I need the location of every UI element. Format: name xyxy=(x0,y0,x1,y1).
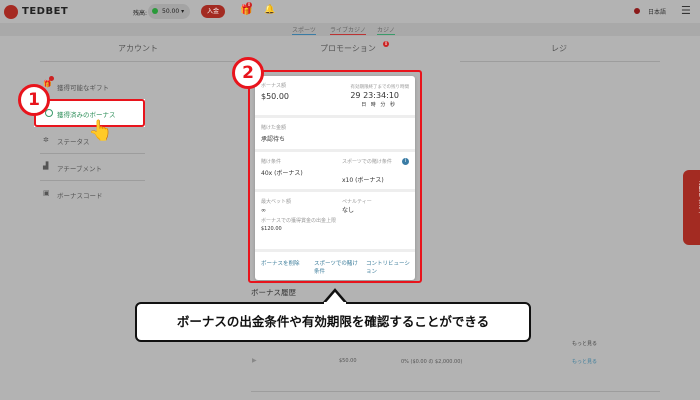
deposit-button[interactable]: 入金 xyxy=(201,5,225,18)
bell-icon[interactable]: 🔔 xyxy=(264,5,275,15)
gift-badge: 0 xyxy=(246,2,252,8)
history-amount: $50.00 xyxy=(339,358,357,364)
step-1-marker: 1 xyxy=(18,84,50,116)
see-more-link[interactable]: もっと見る xyxy=(572,340,597,347)
tab-account[interactable]: アカウント xyxy=(118,43,158,54)
subnav-live-casino[interactable]: ライブカジノ xyxy=(330,25,366,35)
divider xyxy=(251,391,660,392)
balance-label: 残高: xyxy=(133,10,148,17)
flag-icon xyxy=(634,8,640,14)
callout-annotation: ボーナスの出金条件や有効期限を確認することができる xyxy=(135,302,531,342)
sidebar-item-status[interactable]: ステータス xyxy=(57,136,90,146)
callout-joint xyxy=(324,302,346,306)
logo-icon[interactable] xyxy=(4,5,18,19)
code-icon: ▣ xyxy=(43,189,50,197)
divider xyxy=(40,153,145,154)
language-selector[interactable]: 日本語 xyxy=(648,7,666,16)
menu-icon[interactable]: ☰ xyxy=(681,5,691,16)
divider xyxy=(40,61,235,62)
hand-cursor-icon: 👆 xyxy=(88,118,113,142)
history-progress: 0% ($0.00 の $2,000.00) xyxy=(401,359,463,365)
expand-icon[interactable]: ▶ xyxy=(252,357,257,364)
step-2-marker: 2 xyxy=(232,57,264,89)
status-icon: ✲ xyxy=(43,136,49,144)
chart-icon: ▟ xyxy=(43,162,49,170)
subnav-casino[interactable]: カジノ xyxy=(377,25,395,35)
tab-cashier[interactable]: レジ xyxy=(551,43,567,54)
coin-icon xyxy=(152,8,158,14)
balance-value: 50.00 xyxy=(162,8,180,15)
tab-promotions[interactable]: プロモーション xyxy=(320,43,376,54)
contact-button[interactable]: お問い合わせ xyxy=(683,170,700,245)
divider xyxy=(40,180,145,181)
subnav-sports[interactable]: スポーツ xyxy=(292,25,316,35)
sidebar-item-bonus-code[interactable]: ボーナスコード xyxy=(57,190,103,200)
see-more-link[interactable]: もっと見る xyxy=(572,358,597,365)
brand[interactable]: TEDBET xyxy=(22,6,68,17)
gift-badge xyxy=(49,76,54,81)
highlight-box-2 xyxy=(248,70,422,283)
sidebar-item-gifts[interactable]: 獲得可能なギフト xyxy=(57,82,109,92)
divider xyxy=(460,61,660,62)
sidebar-item-achievements[interactable]: アチーブメント xyxy=(57,163,102,173)
bonus-history-title: ボーナス履歴 xyxy=(251,288,296,297)
header xyxy=(0,0,700,23)
promotions-badge: 0 xyxy=(383,41,389,47)
